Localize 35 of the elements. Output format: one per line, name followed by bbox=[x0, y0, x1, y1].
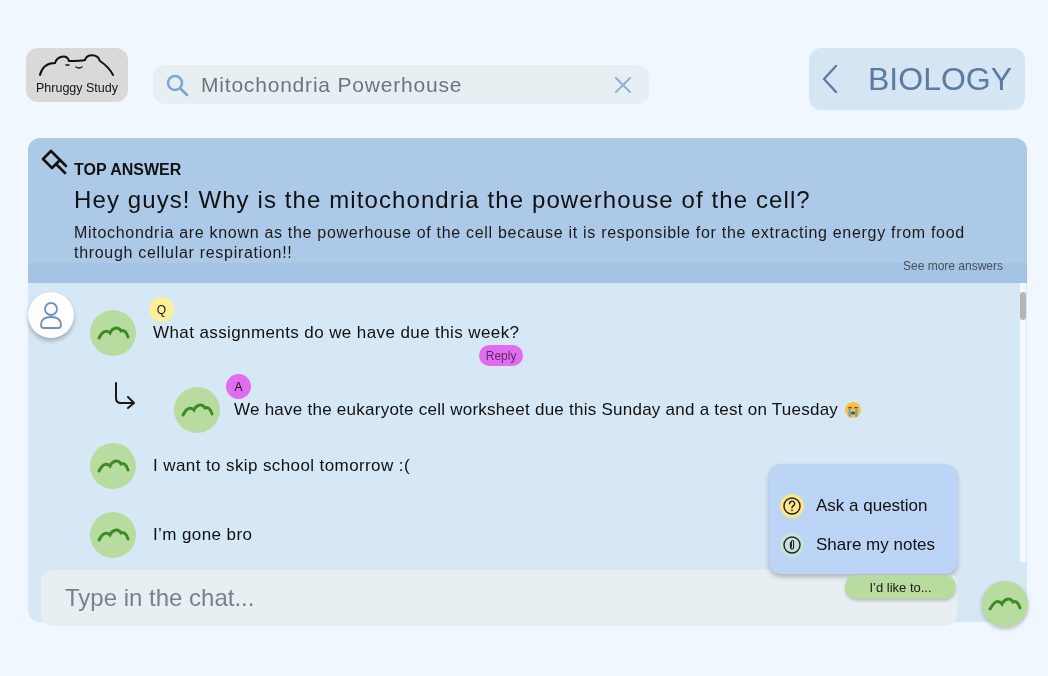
search-input[interactable]: Mitochondria Powerhouse bbox=[201, 72, 614, 97]
avatar-icon bbox=[90, 443, 136, 489]
scrollbar-track[interactable] bbox=[1020, 283, 1026, 562]
menu-item[interactable]: Ask a question bbox=[780, 494, 928, 518]
answer-badge: A bbox=[226, 374, 251, 399]
question-badge: Q bbox=[149, 297, 174, 322]
menu-toggle-button[interactable]: I’d like to... bbox=[845, 575, 956, 599]
logo-text: Phruggy Study bbox=[36, 81, 118, 95]
see-more-link[interactable]: See more answers bbox=[902, 259, 1003, 273]
user-icon[interactable] bbox=[28, 292, 74, 338]
frog-outline-icon bbox=[37, 52, 114, 76]
paperclip-icon bbox=[780, 533, 804, 557]
message-text: We have the eukaryote cell worksheet due this Sunday and a test on Tuesday bbox=[234, 400, 839, 420]
scrollbar-thumb[interactable] bbox=[1020, 292, 1026, 320]
reply-arrow-icon bbox=[112, 381, 136, 409]
search-icon bbox=[165, 72, 189, 97]
avatar-icon bbox=[90, 512, 136, 558]
logo-tile[interactable]: Phruggy Study bbox=[26, 48, 128, 102]
message-text: What assignments do we have due this week? bbox=[153, 323, 520, 343]
menu-item[interactable]: Share my notes bbox=[780, 533, 936, 557]
message-text: I’m gone bro bbox=[153, 525, 253, 545]
avatar-icon bbox=[90, 310, 136, 356]
chevron-left-icon bbox=[822, 64, 838, 94]
tag-icon bbox=[40, 148, 68, 176]
floating-action-button[interactable] bbox=[982, 581, 1028, 627]
top-answer-label: TOP ANSWER bbox=[74, 161, 182, 179]
reply-button[interactable]: Reply bbox=[478, 345, 524, 366]
question-title: Hey guys! Why is the mitochondria the powerhouse of the cell? bbox=[74, 185, 811, 215]
search-bar[interactable]: Mitochondria Powerhouse bbox=[153, 65, 649, 104]
avatar-icon bbox=[174, 387, 220, 433]
wave-icon bbox=[988, 597, 1022, 611]
back-button[interactable]: BIOLOGY bbox=[809, 48, 1025, 110]
close-icon[interactable] bbox=[614, 75, 632, 94]
answer-text: Mitochondria are known as the powerhouse of the cell because it is responsible for the extracting energy from food through cellular respiration!! bbox=[74, 223, 966, 261]
question-icon bbox=[780, 494, 804, 518]
